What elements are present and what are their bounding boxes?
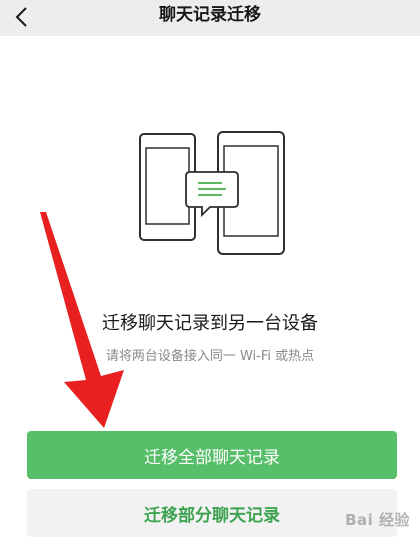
phones-transfer-icon [139,131,285,255]
navigation-bar: 聊天记录迁移 [0,0,420,36]
migrate-all-button[interactable]: 迁移全部聊天记录 [27,431,397,479]
migration-instruction: 请将两台设备接入同一 Wi-Fi 或热点 [105,349,315,364]
migration-heading: 迁移聊天记录到另一台设备 [102,313,318,334]
migrate-partial-button[interactable]: 迁移部分聊天记录 [27,489,397,537]
watermark: Bai 经验 [345,511,410,529]
page-title: 聊天记录迁移 [159,5,261,25]
